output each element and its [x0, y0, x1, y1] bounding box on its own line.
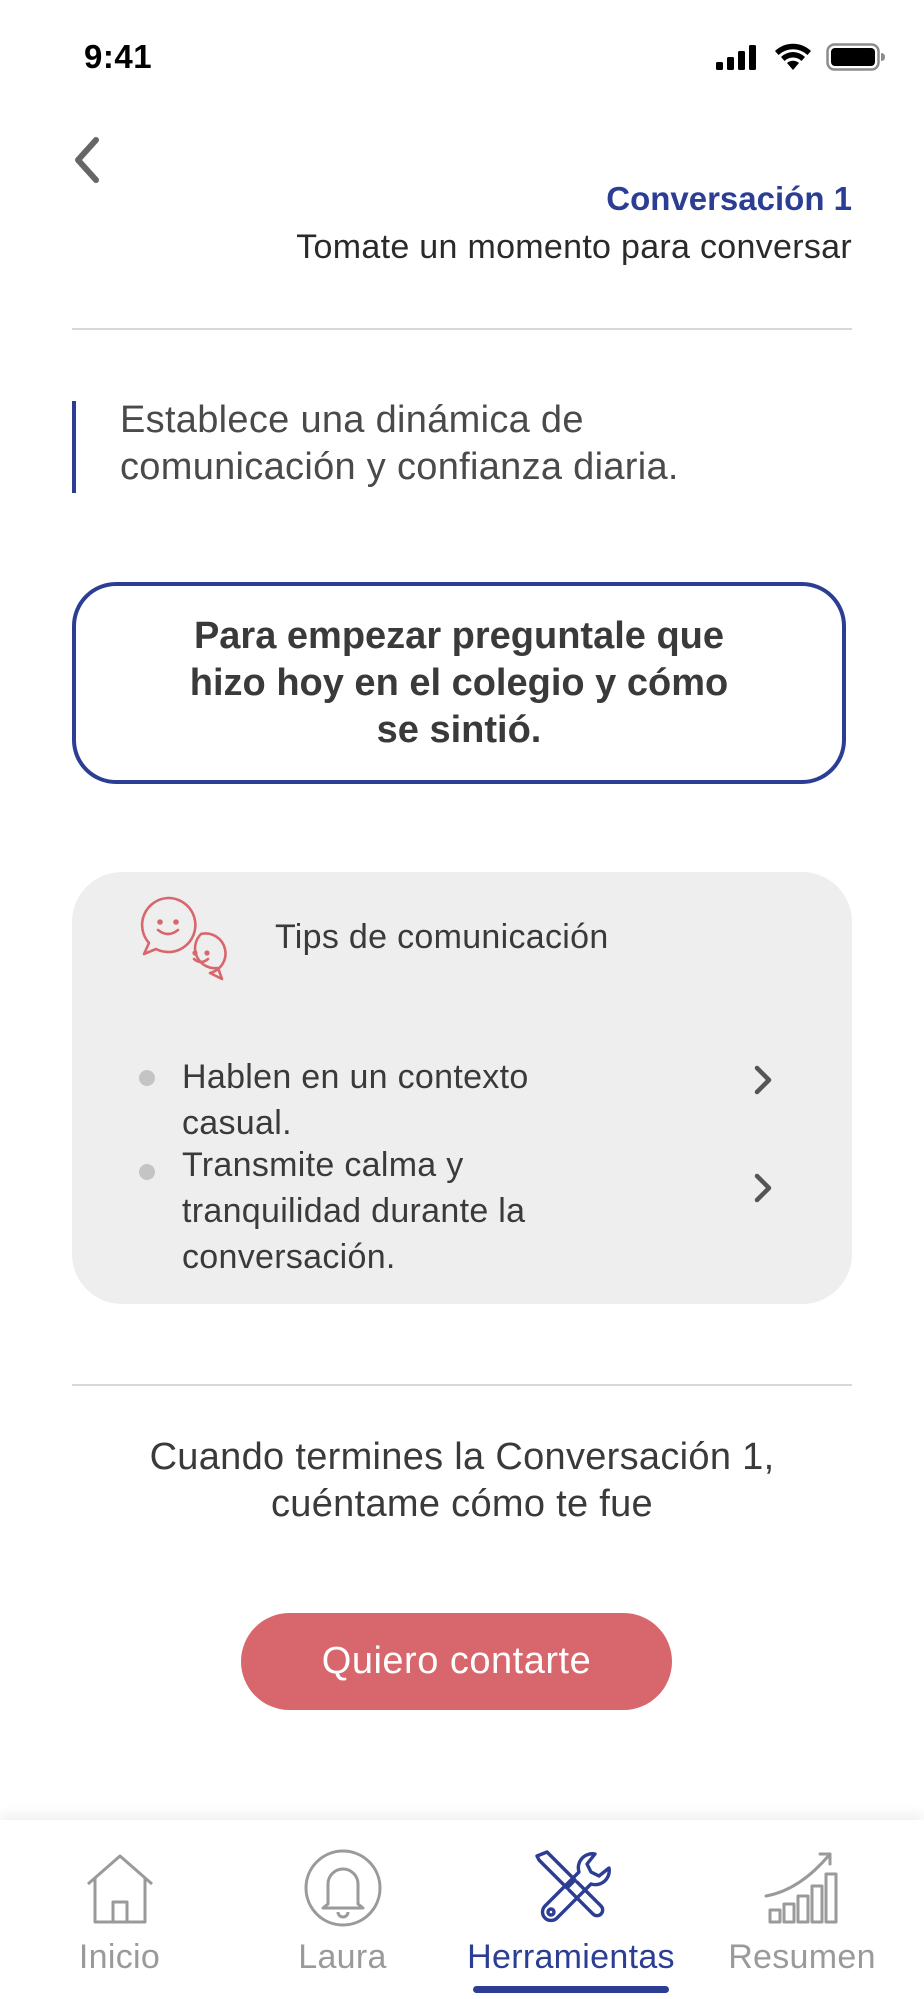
home-icon [86, 1854, 153, 1924]
tab-label: Laura [298, 1938, 387, 1976]
bottom-tab-bar: Inicio Laura Herramientas Resumen [0, 1820, 924, 1999]
tell-me-button[interactable]: Quiero contarte [241, 1613, 672, 1710]
tab-label: Inicio [78, 1938, 161, 1976]
goal-quote-text: Establece una dinámica de comunicación y… [120, 399, 679, 488]
page-title: Conversación 1 [606, 180, 852, 217]
active-tab-indicator [473, 1986, 669, 1993]
battery-icon [826, 43, 885, 71]
page-subtitle: Tomate un momento para conversar [296, 228, 852, 266]
status-time: 9:41 [84, 38, 153, 75]
chevron-right-icon [754, 1173, 772, 1203]
bell-icon [304, 1849, 381, 1927]
conversation-prompt-card: Para empezar preguntale que hizo hoy en … [72, 582, 846, 784]
tab-resumen[interactable]: Resumen [716, 1820, 888, 1999]
tab-inicio[interactable]: Inicio [42, 1820, 197, 1999]
conversation-prompt-text: Para empezar preguntale que hizo hoy en … [189, 614, 729, 751]
tab-herramientas[interactable]: Herramientas [450, 1820, 692, 1999]
section-divider [72, 1384, 852, 1386]
closing-message: Cuando termines la Conversación 1, cuént… [149, 1436, 775, 1525]
tab-label: Resumen [728, 1938, 876, 1976]
chat-bubbles-icon [140, 896, 227, 981]
chevron-right-icon [754, 1065, 772, 1095]
tools-icon [535, 1850, 611, 1923]
tab-laura[interactable]: Laura [265, 1820, 420, 1999]
status-icons [716, 40, 886, 74]
wifi-icon [775, 43, 811, 70]
tip-item[interactable]: Hablen en un contexto casual. [72, 1048, 852, 1142]
back-button[interactable] [62, 130, 112, 190]
chart-icon [764, 1852, 838, 1924]
bullet-icon [139, 1164, 155, 1180]
tips-card: Tips de comunicación Hablen en un contex… [72, 872, 852, 1304]
tab-label: Herramientas [467, 1938, 675, 1976]
goal-quote: Establece una dinámica de comunicación y… [72, 399, 836, 493]
header-divider [72, 328, 852, 330]
cellular-signal-icon [716, 45, 756, 70]
bullet-icon [139, 1070, 155, 1086]
tip-item[interactable]: Transmite calma y tranquilidad durante l… [72, 1140, 852, 1276]
tips-title: Tips de comunicación [275, 918, 609, 956]
tip-text: Transmite calma y tranquilidad durante l… [182, 1146, 526, 1276]
chevron-left-icon [75, 137, 99, 183]
app-screen: 9:41 Conversación 1 Tomate un momento pa… [0, 0, 924, 1999]
tip-text: Hablen en un contexto casual. [182, 1058, 529, 1142]
